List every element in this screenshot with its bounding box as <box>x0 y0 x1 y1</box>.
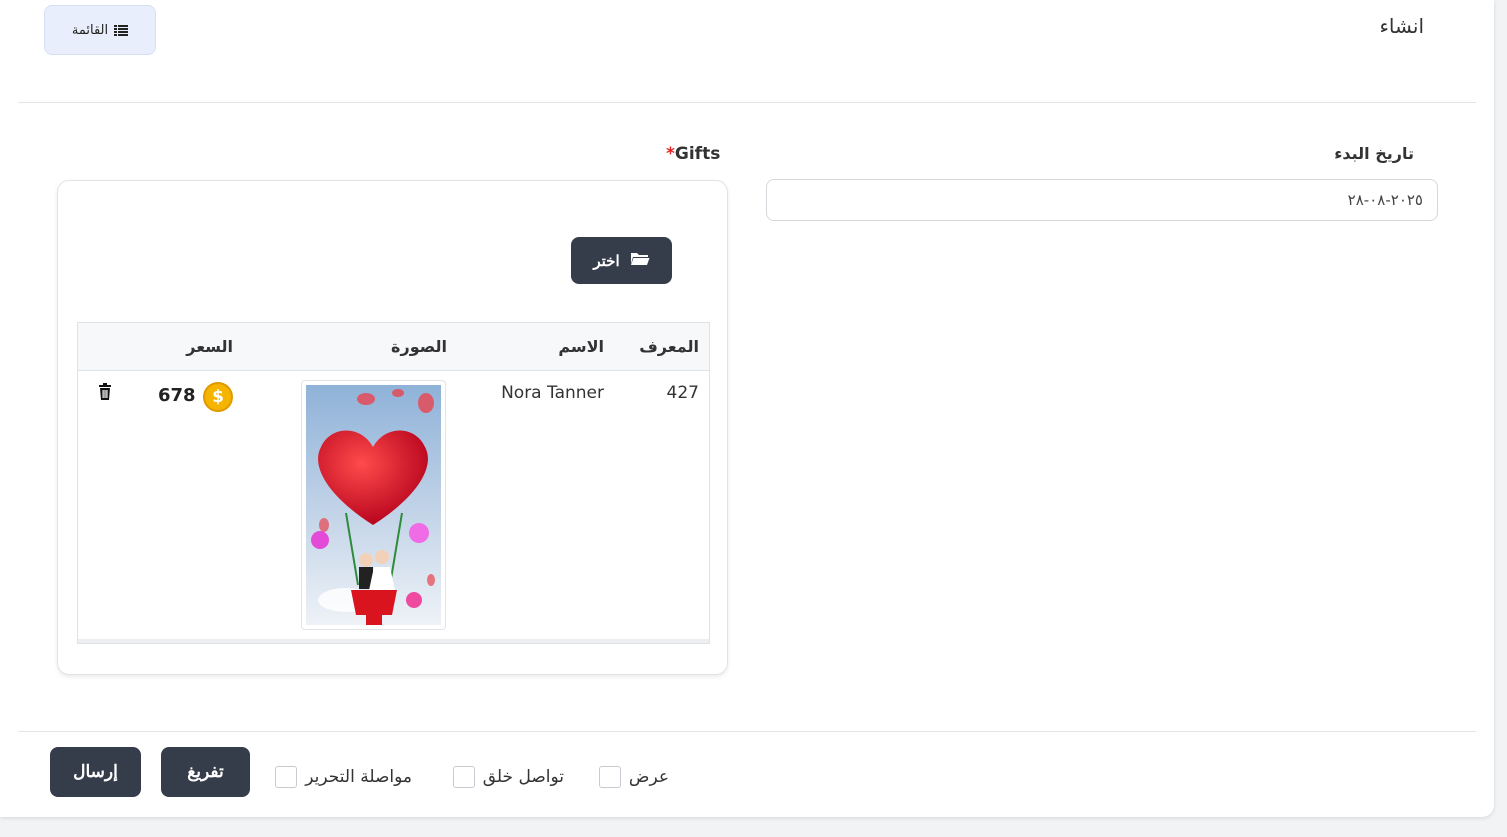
option-show-label: عرض <box>628 767 669 787</box>
header-name: الاسم <box>558 337 604 356</box>
header-divider <box>18 102 1476 103</box>
gifts-label-text: Gifts <box>674 144 721 164</box>
footer-divider <box>18 731 1476 732</box>
gift-name: Nora Tanner <box>501 383 604 403</box>
header-price: السعر <box>186 337 233 356</box>
option-continue-edit-label: مواصلة التحرير <box>305 767 412 787</box>
start-date-label: تاريخ البدء <box>1334 144 1414 163</box>
choose-button[interactable]: اختر <box>571 237 672 284</box>
gifts-table: المعرف الاسم الصورة السعر 427 Nora Tanne… <box>77 322 710 644</box>
list-icon <box>114 24 129 36</box>
gift-image <box>301 380 446 630</box>
create-form-card: انشاء القائمة تاريخ البدء *Gifts <box>0 0 1494 817</box>
gifts-panel: اختر المعرف الاسم الصورة السعر 427 Nora … <box>57 180 728 675</box>
gift-price: 678 <box>158 385 196 406</box>
table-scrollbar[interactable] <box>78 639 709 643</box>
option-continue-create-checkbox[interactable] <box>452 766 475 788</box>
option-continue-create-label: تواصل خلق <box>482 767 564 787</box>
reset-button[interactable]: تفريغ <box>161 747 250 797</box>
option-continue-edit[interactable]: مواصلة التحرير <box>275 766 412 788</box>
trash-icon[interactable] <box>97 383 113 401</box>
table-header: المعرف الاسم الصورة السعر <box>78 323 709 371</box>
header-image: الصورة <box>391 337 447 356</box>
option-continue-create[interactable]: تواصل خلق <box>452 766 564 788</box>
gift-id: 427 <box>666 383 699 403</box>
submit-button[interactable]: إرسال <box>50 747 141 797</box>
option-show-checkbox[interactable] <box>598 766 621 788</box>
option-continue-edit-checkbox[interactable] <box>275 766 298 788</box>
required-mark: * <box>666 144 675 164</box>
folder-open-icon <box>630 251 650 270</box>
coin-icon: $ <box>203 382 233 412</box>
header-id: المعرف <box>639 337 699 356</box>
list-button[interactable]: القائمة <box>44 5 156 55</box>
page-title: انشاء <box>1379 14 1424 38</box>
list-button-label: القائمة <box>71 22 109 38</box>
start-date-input[interactable] <box>766 179 1438 221</box>
option-show[interactable]: عرض <box>598 766 669 788</box>
choose-button-label: اختر <box>593 252 620 270</box>
gifts-label: *Gifts <box>666 144 720 164</box>
